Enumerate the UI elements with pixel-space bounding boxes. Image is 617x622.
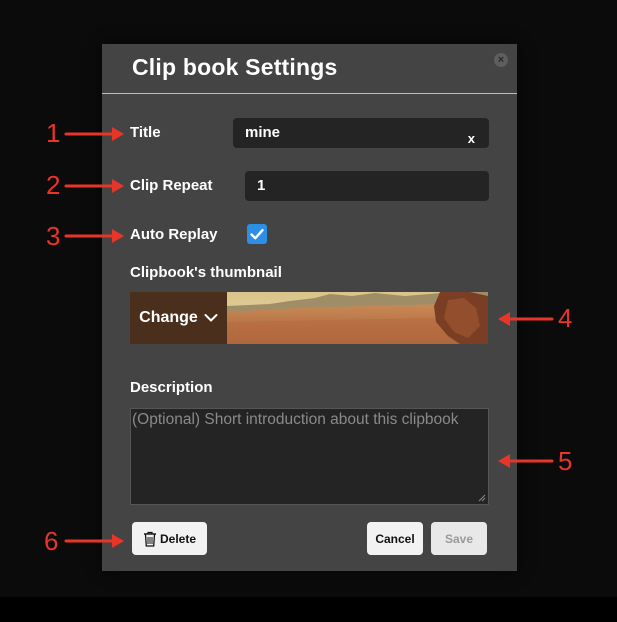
cancel-button[interactable]: Cancel — [367, 522, 423, 555]
checkmark-icon — [250, 229, 264, 240]
dialog-title: Clip book Settings — [132, 54, 338, 80]
description-label: Description — [130, 379, 213, 396]
trash-icon — [143, 531, 156, 547]
clip-repeat-input[interactable]: 1 — [245, 171, 489, 201]
chevron-down-icon — [204, 314, 218, 322]
thumbnail-label: Clipbook's thumbnail — [130, 264, 282, 281]
clip-repeat-label: Clip Repeat — [130, 177, 213, 194]
annotation-number-6: 6 — [44, 526, 59, 556]
clear-title-button[interactable]: x — [468, 124, 475, 154]
auto-replay-checkbox[interactable] — [247, 224, 267, 244]
annotation-number-4: 4 — [558, 303, 573, 333]
auto-replay-label: Auto Replay — [130, 226, 218, 243]
annotation-number-3: 3 — [46, 221, 61, 251]
annotation-number-1: 1 — [46, 118, 61, 148]
close-icon[interactable]: × — [494, 53, 508, 67]
change-thumbnail-button[interactable]: Change — [130, 292, 227, 344]
bottom-band — [0, 597, 617, 622]
thumbnail-image: Change — [130, 292, 488, 344]
annotation-number-5: 5 — [558, 446, 573, 476]
description-textarea[interactable]: (Optional) Short introduction about this… — [130, 408, 489, 505]
delete-button[interactable]: Delete — [132, 522, 207, 555]
title-input-value: mine — [245, 124, 281, 141]
delete-label: Delete — [159, 531, 197, 546]
change-label: Change — [139, 309, 198, 326]
clip-repeat-value: 1 — [257, 177, 266, 194]
resize-grip-icon[interactable] — [478, 494, 486, 502]
title-label: Title — [130, 124, 161, 141]
description-placeholder: (Optional) Short introduction about this… — [132, 411, 459, 428]
annotation-number-2: 2 — [46, 170, 61, 200]
title-divider — [102, 93, 517, 94]
save-button[interactable]: Save — [431, 522, 487, 555]
title-input[interactable]: mine x — [233, 118, 489, 148]
